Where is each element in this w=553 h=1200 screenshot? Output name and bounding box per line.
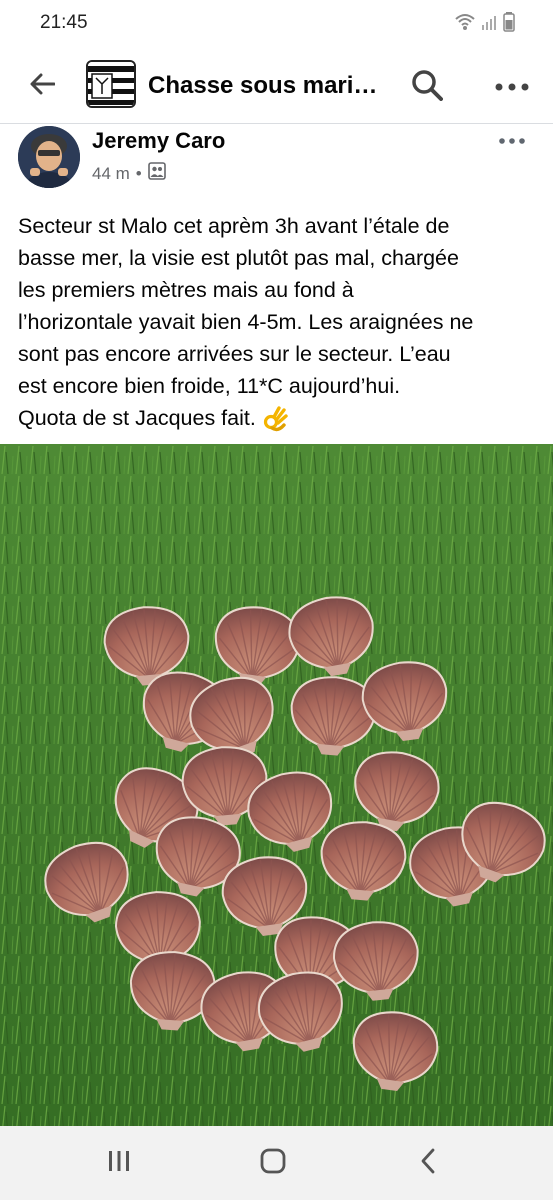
group-audience-icon [147, 162, 166, 185]
post-options-button[interactable] [494, 128, 530, 152]
more-icon [495, 78, 529, 96]
recent-apps-button[interactable] [89, 1140, 149, 1186]
post-text-line: l’horizontale yavait bien 4-5m. Les arai… [18, 310, 474, 334]
author-name[interactable]: Jeremy Caro [92, 128, 225, 154]
post-text-line: sont pas encore arrivées sur le secteur.… [18, 342, 451, 366]
more-options-button[interactable] [490, 66, 534, 108]
search-icon [411, 69, 443, 106]
status-icons [455, 12, 515, 37]
avatar[interactable] [18, 126, 80, 188]
post-text-line: les premiers mètres mais au fond à [18, 278, 354, 302]
back-arrow-icon [29, 73, 56, 100]
post-time[interactable]: 44 m [92, 164, 130, 184]
scallop-shells-on-grass-photo[interactable] [0, 444, 553, 1126]
group-title[interactable]: Chasse sous mari… [148, 72, 377, 100]
home-icon [260, 1148, 286, 1179]
post-text-line-last: Quota de st Jacques fait. [18, 402, 538, 434]
search-button[interactable] [406, 66, 448, 108]
post-text-line: Secteur st Malo cet aprèm 3h avant l’éta… [18, 214, 450, 238]
home-button[interactable] [243, 1140, 303, 1186]
more-icon [499, 131, 525, 149]
wifi-icon [455, 13, 475, 36]
recent-apps-icon [107, 1150, 131, 1177]
app-bar: Chasse sous mari… [0, 48, 553, 124]
post-text-line: Quota de st Jacques fait. [18, 406, 256, 430]
post-header: Jeremy Caro 44 m • [0, 124, 553, 204]
post-text-line: basse mer, la visie est plutôt pas mal, … [18, 246, 459, 270]
post-text-line: est encore bien froide, 11*C aujourd’hui… [18, 374, 401, 398]
post-meta: 44 m • [92, 162, 166, 185]
status-time: 21:45 [40, 12, 88, 33]
battery-icon [503, 12, 515, 37]
system-nav-bar [0, 1126, 553, 1200]
back-icon [420, 1148, 436, 1179]
system-back-button[interactable] [398, 1140, 458, 1186]
post-text: Secteur st Malo cet aprèm 3h avant l’éta… [18, 210, 538, 434]
status-bar: 21:45 [0, 0, 553, 48]
signal-icon [481, 13, 497, 36]
group-logo[interactable] [86, 60, 136, 108]
ok-hand-emoji [262, 405, 290, 433]
back-button[interactable] [22, 66, 62, 106]
meta-separator: • [135, 163, 142, 183]
